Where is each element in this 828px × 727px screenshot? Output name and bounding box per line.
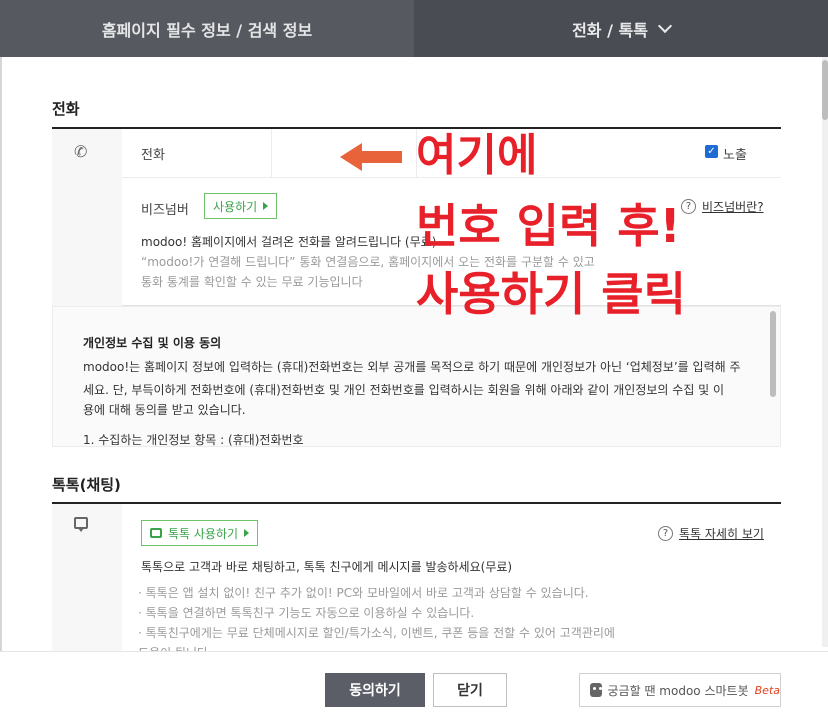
- phone-section-title: 전화: [52, 100, 80, 118]
- tab-phone-talk[interactable]: 전화 / 톡톡: [414, 0, 828, 57]
- footer-bar: 동의하기 닫기 궁금할 땐 modoo 스마트봇 Beta: [0, 651, 828, 727]
- tab-homepage-info-label: 홈페이지 필수 정보 / 검색 정보: [101, 20, 313, 40]
- consent-title: 개인정보 수집 및 이용 동의: [83, 336, 222, 350]
- privacy-consent-box[interactable]: 개인정보 수집 및 이용 동의 modoo!는 홈페이지 정보에 입력하는 (휴…: [52, 306, 781, 447]
- left-edge: [0, 57, 2, 727]
- consent-line1: modoo!는 홈페이지 정보에 입력하는 (휴대)전화번호는 외부 공개를 목…: [83, 360, 741, 374]
- annotation-line2: 번호 입력 후!: [416, 199, 681, 253]
- smartbot-button[interactable]: 궁금할 땐 modoo 스마트봇 Beta: [579, 673, 781, 707]
- smartbot-label: 궁금할 땐 modoo 스마트봇: [607, 683, 749, 698]
- talk-bullet3: · 톡톡친구에게는 무료 단체메시지로 할인/특가소식, 이벤트, 쿠폰 등을 …: [138, 626, 615, 640]
- page-scrollbar[interactable]: [822, 57, 828, 647]
- talk-icon-column: [52, 504, 122, 651]
- talk-settings-box: 톡톡 사용하기 ? 톡톡 자세히 보기 톡톡으로 고객과 바로 채팅하고, 톡톡…: [52, 504, 781, 660]
- tab-homepage-info[interactable]: 홈페이지 필수 정보 / 검색 정보: [0, 0, 414, 57]
- annotation-arrow-left-icon: [340, 143, 402, 171]
- chat-icon: [74, 517, 88, 532]
- close-button[interactable]: 닫기: [433, 673, 507, 707]
- consent-line2: 세요. 단, 부득이하게 전화번호에 (휴대)전화번호 및 개인 전화번호를 입…: [83, 383, 725, 397]
- consent-line3: 용에 대해 동의를 받고 있습니다.: [83, 403, 246, 417]
- biz-desc-sub2: 통화 통계를 확인할 수 있는 무료 기능입니다: [141, 275, 363, 289]
- talk-chat-icon: [150, 528, 162, 538]
- help-question-icon: ?: [681, 199, 696, 214]
- annotation-line1: 여기에: [416, 130, 538, 181]
- top-tab-bar: 홈페이지 필수 정보 / 검색 정보 전화 / 톡톡: [0, 0, 828, 57]
- talk-help-link[interactable]: 톡톡 자세히 보기: [679, 525, 764, 542]
- biz-number-help-link[interactable]: 비즈넘버란?: [702, 198, 764, 215]
- talk-bullet1: · 톡톡은 앱 설치 없이! 친구 추가 없이! PC와 모바일에서 바로 고객…: [138, 586, 589, 600]
- talk-use-button[interactable]: 톡톡 사용하기: [141, 520, 259, 546]
- biz-use-button-label: 사용하기: [213, 199, 258, 214]
- tab-phone-talk-label: 전화 / 톡톡: [572, 20, 648, 40]
- consent-scroll-thumb[interactable]: [770, 311, 776, 397]
- agree-button[interactable]: 동의하기: [325, 673, 425, 707]
- phone-icon: ✆: [74, 142, 88, 161]
- talk-use-button-label: 톡톡 사용하기: [168, 526, 239, 541]
- biz-use-button[interactable]: 사용하기: [204, 193, 278, 219]
- help-question-icon: ?: [658, 526, 673, 541]
- expose-label: 노출: [723, 148, 747, 163]
- chevron-down-icon: [657, 18, 673, 33]
- robot-icon: [590, 683, 602, 697]
- talk-desc-main: 톡톡으로 고객과 바로 채팅하고, 톡톡 친구에게 메시지를 발송하세요(무료): [141, 560, 513, 574]
- phone-label: 전화: [141, 148, 165, 163]
- talk-section-title: 톡톡(채팅): [52, 476, 121, 494]
- biz-number-label: 비즈넘버: [141, 203, 189, 218]
- biz-desc-main: modoo! 홈페이지에서 걸려온 전화를 알려드립니다 (무료): [141, 235, 437, 249]
- phone-icon-column: ✆: [52, 129, 122, 306]
- annotation-line3: 사용하기 클릭: [416, 267, 686, 321]
- play-triangle-icon: [263, 202, 269, 210]
- beta-badge: Beta: [754, 683, 780, 697]
- consent-item1: 1. 수집하는 개인정보 항목 : (휴대)전화번호: [83, 433, 304, 447]
- talk-bullet2: · 톡톡을 연결하면 톡톡친구 기능도 자동으로 이용하실 수 있습니다.: [138, 606, 475, 620]
- expose-checkbox[interactable]: ✓: [705, 145, 718, 158]
- page-scroll-thumb[interactable]: [822, 60, 828, 120]
- play-triangle-icon: [244, 529, 250, 537]
